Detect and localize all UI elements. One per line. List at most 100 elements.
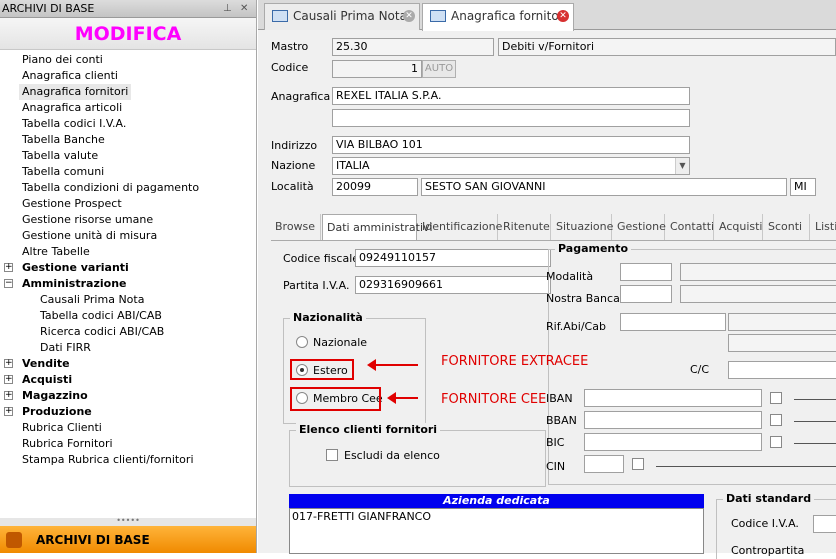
- tab-situazione[interactable]: Situazione: [552, 214, 613, 240]
- tree-item-anagrafica-fornitori[interactable]: Anagrafica fornitori: [19, 84, 132, 100]
- rif-abi-cab-description-field[interactable]: [728, 313, 836, 331]
- cap-field[interactable]: 20099: [332, 178, 418, 196]
- bic-field[interactable]: [584, 433, 762, 451]
- escludi-checkbox[interactable]: [326, 449, 338, 461]
- tree-item-ricerca-abi-cab[interactable]: Ricerca codici ABI/CAB: [40, 324, 164, 340]
- tree-item-piano-dei-conti[interactable]: Piano dei conti: [22, 52, 103, 68]
- splitter-grip[interactable]: •••••: [0, 517, 256, 526]
- azienda-row[interactable]: 017-FRETTI GIANFRANCO: [292, 510, 431, 523]
- anagrafica-label: Anagrafica: [271, 90, 331, 103]
- tree-item-anagrafica-clienti[interactable]: Anagrafica clienti: [22, 68, 118, 84]
- anagrafica-field-2[interactable]: [332, 109, 690, 127]
- tree-item-tabella-iva[interactable]: Tabella codici I.V.A.: [22, 116, 126, 132]
- codice-fiscale-label: Codice fiscale: [283, 252, 360, 265]
- sidebar-title: ARCHIVI DI BASE: [2, 2, 95, 15]
- auto-button[interactable]: AUTO: [422, 60, 456, 78]
- rif-abi-cab-field[interactable]: [620, 313, 726, 331]
- citta-field[interactable]: SESTO SAN GIOVANNI: [421, 178, 787, 196]
- dati-amministrativi-panel: Codice fiscale 09249110157 Partita I.V.A…: [271, 240, 836, 559]
- radio-nazionale[interactable]: [296, 336, 308, 348]
- expand-icon[interactable]: +: [4, 359, 13, 368]
- tree-item-causali-prima-nota[interactable]: Causali Prima Nota: [40, 292, 144, 308]
- tab-sconti[interactable]: Sconti: [764, 214, 810, 240]
- tab-gestione[interactable]: Gestione: [613, 214, 666, 240]
- cc-field[interactable]: [728, 361, 836, 379]
- tab-browse[interactable]: Browse: [271, 214, 321, 240]
- tree-item-rubrica-fornitori[interactable]: Rubrica Fornitori: [22, 436, 113, 452]
- tab-causali-prima-nota[interactable]: Causali Prima Nota ✕: [264, 3, 420, 30]
- tab-anagrafica-fornitori[interactable]: Anagrafica fornitori ✕: [422, 3, 574, 31]
- tree-item-risorse-umane[interactable]: Gestione risorse umane: [22, 212, 153, 228]
- partita-iva-field[interactable]: 029316909661: [355, 276, 551, 294]
- tree-item-tabella-valute[interactable]: Tabella valute: [22, 148, 98, 164]
- modalita-description-field[interactable]: [680, 263, 836, 281]
- tree-item-altre-tabelle[interactable]: Altre Tabelle: [22, 244, 90, 260]
- azienda-dedicata-list[interactable]: 017-FRETTI GIANFRANCO: [289, 508, 704, 554]
- tab-ritenute[interactable]: Ritenute: [499, 214, 551, 240]
- nostra-banca-description-field[interactable]: [680, 285, 836, 303]
- tab-dati-amministrativi[interactable]: Dati amministrativi: [322, 214, 433, 240]
- sidebar-header: ARCHIVI DI BASE ⊥ ✕: [0, 0, 256, 18]
- tree-item-gestione-prospect[interactable]: Gestione Prospect: [22, 196, 122, 212]
- mastro-field[interactable]: 25.30: [332, 38, 494, 56]
- codice-iva-label: Codice I.V.A.: [731, 517, 799, 530]
- highlight-box-estero: [290, 359, 354, 380]
- collapse-icon[interactable]: −: [4, 279, 13, 288]
- tab-identificazione[interactable]: Identificazione: [418, 214, 502, 240]
- sidebar-footer[interactable]: ••••• ARCHIVI DI BASE: [0, 517, 256, 553]
- tree-item-tabella-banche[interactable]: Tabella Banche: [22, 132, 105, 148]
- annotation-fornitore-extracee: FORNITORE EXTRACEE: [441, 354, 589, 369]
- expand-icon[interactable]: +: [4, 391, 13, 400]
- pin-icon[interactable]: ⊥: [223, 0, 232, 18]
- modifica-bar[interactable]: MODIFICA: [0, 18, 256, 50]
- tree-item-amministrazione[interactable]: Amministrazione: [22, 276, 126, 292]
- expand-icon[interactable]: +: [4, 407, 13, 416]
- expand-icon[interactable]: +: [4, 263, 13, 272]
- indirizzo-field[interactable]: VIA BILBAO 101: [332, 136, 690, 154]
- indirizzo-label: Indirizzo: [271, 139, 318, 152]
- expand-icon[interactable]: +: [4, 375, 13, 384]
- codice-fiscale-field[interactable]: 09249110157: [355, 249, 551, 267]
- tree-item-condizioni-pagamento[interactable]: Tabella condizioni di pagamento: [22, 180, 199, 196]
- codice-iva-field[interactable]: [813, 515, 836, 533]
- close-icon[interactable]: ✕: [403, 10, 415, 22]
- nazione-value: ITALIA: [336, 159, 370, 172]
- bban-field[interactable]: [584, 411, 762, 429]
- tab-acquisti[interactable]: Acquisti: [715, 214, 763, 240]
- tree-item-dati-firr[interactable]: Dati FIRR: [40, 340, 91, 356]
- tab-listini[interactable]: Listini: [811, 214, 836, 240]
- bban-checkbox[interactable]: [770, 414, 782, 426]
- bban-label: BBAN: [546, 414, 577, 427]
- tree-item-tabella-abi-cab[interactable]: Tabella codici ABI/CAB: [40, 308, 162, 324]
- tab-contatti[interactable]: Contatti: [666, 214, 714, 240]
- iban-checkbox[interactable]: [770, 392, 782, 404]
- anagrafica-field[interactable]: REXEL ITALIA S.P.A.: [332, 87, 690, 105]
- tree-item-vendite[interactable]: Vendite: [22, 356, 70, 372]
- chevron-down-icon[interactable]: ▼: [675, 158, 689, 174]
- tree-item-unita-misura[interactable]: Gestione unità di misura: [22, 228, 157, 244]
- cin-field[interactable]: [584, 455, 624, 473]
- tree-item-acquisti[interactable]: Acquisti: [22, 372, 72, 388]
- arrow-cee: [387, 392, 418, 404]
- tree-item-anagrafica-articoli[interactable]: Anagrafica articoli: [22, 100, 122, 116]
- tree-item-gestione-varianti[interactable]: Gestione varianti: [22, 260, 129, 276]
- annotation-fornitore-cee: FORNITORE CEE: [441, 392, 547, 407]
- contropartita-label: Contropartita: [731, 544, 805, 557]
- tree-item-produzione[interactable]: Produzione: [22, 404, 92, 420]
- provincia-field[interactable]: MI: [790, 178, 816, 196]
- nostra-banca-code-field[interactable]: [620, 285, 672, 303]
- tree-item-stampa-rubrica[interactable]: Stampa Rubrica clienti/fornitori: [22, 452, 194, 468]
- nazione-select[interactable]: ITALIA ▼: [332, 157, 690, 175]
- tree-item-rubrica-clienti[interactable]: Rubrica Clienti: [22, 420, 102, 436]
- close-icon[interactable]: ✕: [557, 10, 569, 22]
- mastro-description-field[interactable]: Debiti v/Fornitori: [498, 38, 836, 56]
- modalita-code-field[interactable]: [620, 263, 672, 281]
- codice-field[interactable]: 1: [332, 60, 422, 78]
- cin-checkbox[interactable]: [632, 458, 644, 470]
- iban-field[interactable]: [584, 389, 762, 407]
- bic-checkbox[interactable]: [770, 436, 782, 448]
- tree-item-tabella-comuni[interactable]: Tabella comuni: [22, 164, 104, 180]
- rif-abi-cab-description-field-2[interactable]: [728, 334, 836, 352]
- tree-item-magazzino[interactable]: Magazzino: [22, 388, 88, 404]
- close-icon[interactable]: ✕: [240, 0, 248, 18]
